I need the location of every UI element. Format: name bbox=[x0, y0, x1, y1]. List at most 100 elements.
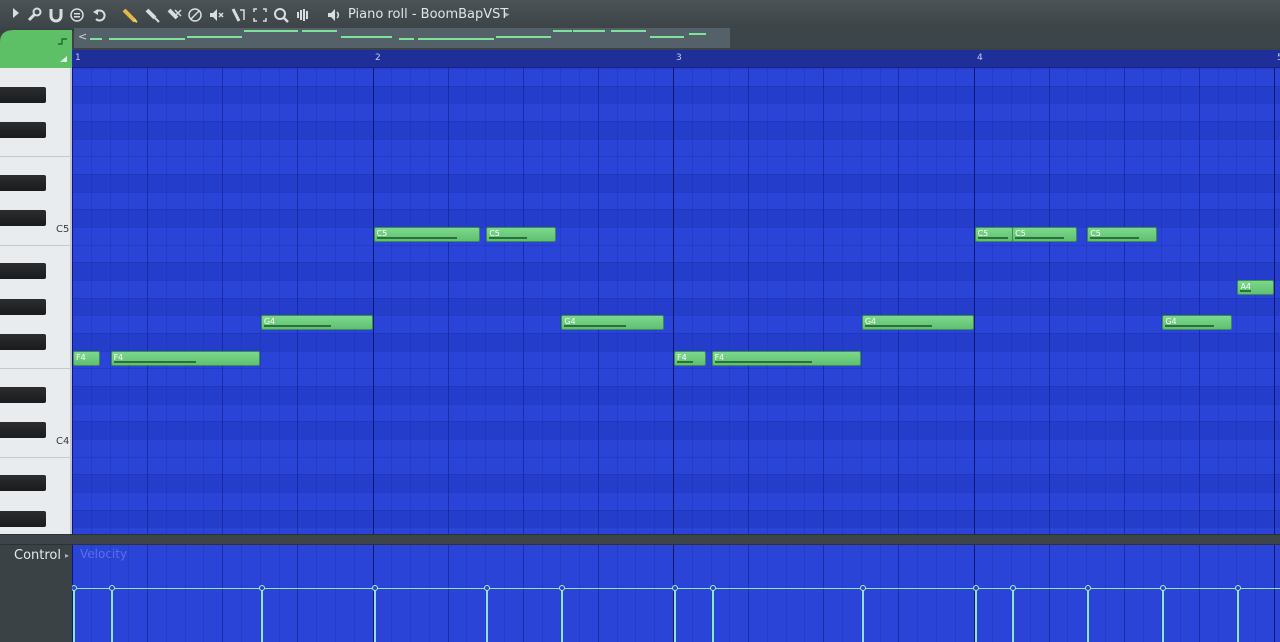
record-icon[interactable] bbox=[69, 6, 85, 24]
velocity-stem[interactable] bbox=[1087, 588, 1090, 642]
velocity-stem[interactable] bbox=[974, 588, 977, 642]
velocity-stem[interactable] bbox=[373, 588, 376, 642]
grid-beat-line bbox=[466, 545, 468, 642]
control-menu-arrow-icon[interactable]: ▸ bbox=[65, 551, 69, 560]
grid-beat-line bbox=[1104, 68, 1106, 534]
black-key[interactable] bbox=[0, 174, 46, 191]
velocity-stem[interactable] bbox=[1012, 588, 1015, 642]
black-key[interactable] bbox=[0, 510, 46, 527]
mute-icon[interactable] bbox=[187, 6, 203, 24]
black-key[interactable] bbox=[0, 298, 46, 315]
velocity-stem[interactable] bbox=[73, 588, 75, 642]
paint-brush-icon[interactable] bbox=[144, 6, 160, 24]
velocity-stem[interactable] bbox=[1162, 588, 1165, 642]
grid-beat-line bbox=[72, 68, 73, 534]
velocity-handle[interactable] bbox=[484, 585, 491, 591]
grid-beat-line bbox=[917, 68, 919, 534]
grid-beat-line bbox=[1123, 68, 1125, 534]
velocity-stem[interactable] bbox=[711, 588, 714, 642]
velocity-handle[interactable] bbox=[672, 585, 678, 591]
velocity-handle[interactable] bbox=[859, 585, 866, 591]
wrench-icon[interactable] bbox=[26, 6, 42, 24]
grid-beat-line bbox=[1236, 68, 1238, 534]
event-editor[interactable]: Velocity bbox=[72, 545, 1280, 642]
black-key[interactable] bbox=[0, 86, 46, 103]
note-block[interactable]: G4 bbox=[861, 315, 974, 331]
piano-keyboard[interactable]: C5 C4 bbox=[0, 68, 72, 534]
key-separator bbox=[0, 156, 70, 158]
velocity-stem[interactable] bbox=[486, 588, 489, 642]
black-key[interactable] bbox=[0, 334, 46, 350]
control-label[interactable]: Control bbox=[14, 548, 61, 563]
velocity-stem[interactable] bbox=[561, 588, 564, 642]
grid-row-shade bbox=[72, 421, 1280, 439]
note-block[interactable]: C5 bbox=[974, 227, 1013, 242]
stamp-tab-icon[interactable] bbox=[0, 28, 72, 68]
note-label: F4 bbox=[76, 352, 86, 362]
magnet-icon[interactable] bbox=[48, 6, 64, 24]
black-key[interactable] bbox=[0, 387, 46, 403]
grid-beat-line bbox=[785, 68, 787, 534]
velocity-handle[interactable] bbox=[258, 585, 265, 591]
velocity-handle[interactable] bbox=[972, 585, 979, 591]
black-key[interactable] bbox=[0, 475, 46, 492]
velocity-stem[interactable] bbox=[861, 588, 864, 642]
velocity-handle[interactable] bbox=[1010, 585, 1017, 591]
select-icon[interactable] bbox=[252, 6, 268, 24]
velocity-stem[interactable] bbox=[110, 588, 113, 642]
grid-beat-line bbox=[353, 545, 355, 642]
velocity-handle[interactable] bbox=[1160, 585, 1167, 591]
grid-beat-line bbox=[334, 68, 336, 534]
window-title[interactable]: Piano roll - BoomBapVST bbox=[348, 6, 508, 24]
velocity-handle[interactable] bbox=[371, 585, 378, 591]
velocity-handle[interactable] bbox=[559, 585, 566, 591]
black-key[interactable] bbox=[0, 210, 46, 227]
velocity-stem[interactable] bbox=[1237, 588, 1240, 642]
note-block[interactable]: G4 bbox=[561, 315, 664, 331]
note-block[interactable]: F4 bbox=[73, 350, 101, 366]
speaker-icon[interactable] bbox=[326, 6, 342, 24]
note-block[interactable]: G4 bbox=[1162, 315, 1232, 331]
velocity-stem[interactable] bbox=[260, 588, 263, 642]
note-grid[interactable]: F4 F4 G4 C5 C5 G4 F4 F4 G4 C5 C5 C5 G4 A4 bbox=[72, 68, 1280, 534]
velocity-handle[interactable] bbox=[72, 585, 77, 591]
black-key[interactable] bbox=[0, 422, 46, 439]
grid-beat-line bbox=[90, 68, 92, 534]
playback-icon[interactable] bbox=[295, 6, 311, 24]
slice-icon[interactable] bbox=[230, 6, 246, 24]
zoom-icon[interactable] bbox=[273, 6, 289, 24]
note-block[interactable]: G4 bbox=[260, 315, 373, 331]
note-velocity-bar bbox=[864, 325, 932, 328]
velocity-handle[interactable] bbox=[1085, 585, 1092, 591]
overview-note bbox=[495, 35, 552, 38]
note-block[interactable]: C5 bbox=[1012, 227, 1077, 242]
grid-beat-line bbox=[842, 68, 844, 534]
note-block[interactable]: F4 bbox=[711, 350, 861, 366]
note-block[interactable]: C5 bbox=[486, 227, 556, 242]
play-arrow-icon[interactable] bbox=[8, 6, 24, 24]
note-block[interactable]: C5 bbox=[1087, 227, 1157, 242]
parameter-name: Velocity bbox=[80, 547, 128, 561]
note-block[interactable]: F4 bbox=[110, 350, 260, 366]
grid-beat-line bbox=[278, 68, 280, 534]
overview-scroll-left-icon[interactable]: < bbox=[78, 30, 87, 43]
velocity-handle[interactable] bbox=[709, 585, 716, 591]
speaker-mute-icon[interactable] bbox=[208, 6, 224, 24]
note-block[interactable]: C5 bbox=[373, 227, 481, 242]
grid-beat-line bbox=[898, 545, 900, 642]
velocity-handle[interactable] bbox=[1235, 585, 1242, 591]
delete-icon[interactable] bbox=[166, 6, 182, 24]
grid-row-line bbox=[72, 85, 1280, 87]
black-key[interactable] bbox=[0, 263, 46, 280]
grid-row-shade bbox=[72, 297, 1280, 316]
note-block[interactable]: F4 bbox=[674, 350, 706, 366]
undo-icon[interactable] bbox=[91, 6, 107, 24]
pencil-icon[interactable] bbox=[122, 6, 138, 24]
black-key[interactable] bbox=[0, 121, 46, 138]
velocity-handle[interactable] bbox=[108, 585, 115, 591]
grid-row-shade bbox=[72, 209, 1280, 227]
note-block[interactable]: A4 bbox=[1237, 280, 1274, 295]
panel-divider[interactable] bbox=[0, 534, 1280, 545]
title-menu-arrow-icon[interactable]: ▸ bbox=[505, 6, 510, 24]
velocity-stem[interactable] bbox=[674, 588, 676, 642]
